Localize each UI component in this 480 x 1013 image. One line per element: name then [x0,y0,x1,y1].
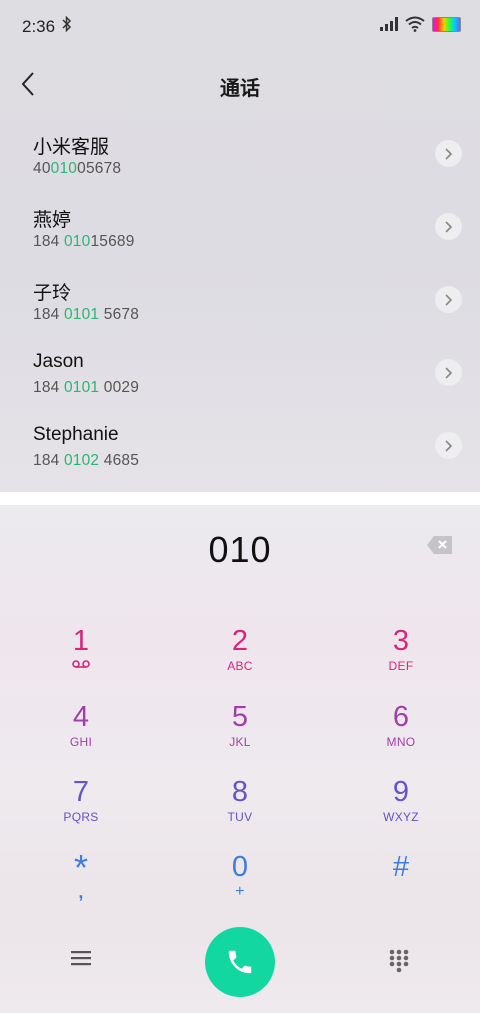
key-digit: 4 [72,701,90,733]
contact-name: Stephanie [33,424,119,445]
list-item[interactable]: Jason 184 0101 0029 [0,337,480,410]
key-digit: 9 [392,776,410,808]
dialer-panel: 010 1 2 ABC 3 DEF 4 GHI 5 JKL 6 MNO 7 PQ… [0,505,480,1013]
chevron-right-icon [445,367,453,379]
contact-detail-button[interactable] [435,432,462,459]
panel-divider [0,492,480,505]
number-match: 0101 [63,379,100,396]
key-hash[interactable]: # [341,851,461,921]
signal-icon [380,17,398,31]
key-digit: 0 [231,851,249,883]
key-star[interactable]: * , [21,847,141,921]
contact-detail-button[interactable] [435,286,462,313]
contact-name: 燕婷 [33,210,72,231]
number-suffix: 5678 [99,306,140,323]
backspace-icon[interactable] [426,535,454,555]
number-suffix: 15689 [90,233,135,250]
call-button[interactable] [205,927,275,997]
contact-number: 184 0102 4685 [33,452,139,470]
key-7[interactable]: 7 PQRS [21,776,141,846]
bluetooth-icon [62,16,72,32]
contact-name: 子玲 [33,283,72,304]
key-digit: # [392,851,410,883]
contact-number: 4001005678 [33,160,121,178]
number-match: 010 [63,233,91,250]
contact-detail-button[interactable] [435,359,462,386]
voicemail-icon [72,660,90,668]
contact-number: 184 0101 0029 [33,379,139,397]
key-digit: 5 [231,701,249,733]
key-4[interactable]: 4 GHI [21,701,141,771]
key-0[interactable]: 0 + [180,851,300,921]
status-time: 2:36 [22,17,56,36]
key-digit: 7 [72,776,90,808]
key-letters: TUV [227,810,253,824]
chevron-right-icon [445,148,453,160]
dialpad-icon[interactable] [389,949,409,973]
list-item[interactable]: 燕婷 184 01015689 [0,191,480,264]
contact-number: 184 0101 5678 [33,306,139,324]
key-letters: + [235,883,245,900]
list-item[interactable]: Stephanie 184 0102 4685 [0,410,480,483]
list-item[interactable]: 子玲 184 0101 5678 [0,264,480,337]
key-letters: PQRS [63,810,99,824]
key-digit: 3 [392,625,410,657]
contact-name: Jason [33,351,84,372]
number-prefix: 184 [33,306,64,323]
key-letters: MNO [386,735,416,749]
chevron-right-icon [445,294,453,306]
key-9[interactable]: 9 WXYZ [341,776,461,846]
key-2[interactable]: 2 ABC [180,625,300,695]
number-prefix: 184 [33,379,64,396]
key-digit: * [73,847,88,888]
battery-icon [432,17,461,32]
number-prefix: 40 [33,160,51,177]
menu-icon[interactable] [71,950,91,966]
number-prefix: 184 [33,233,64,250]
contact-name: 小米客服 [33,137,110,158]
status-bar: 2:36 [0,0,480,52]
key-letters: JKL [229,735,251,749]
key-letters: DEF [388,659,414,673]
key-6[interactable]: 6 MNO [341,701,461,771]
page-title: 通话 [220,78,260,100]
wifi-icon [405,16,425,32]
key-5[interactable]: 5 JKL [180,701,300,771]
key-1[interactable]: 1 [21,625,141,695]
key-3[interactable]: 3 DEF [341,625,461,695]
contact-list: 小米客服 4001005678 燕婷 184 01015689 子玲 184 0… [0,118,480,483]
key-digit: 2 [231,625,249,657]
number-suffix: 05678 [77,160,122,177]
number-suffix: 4685 [99,452,140,469]
contacts-panel: 2:36 通话 小米客服 4001005678 燕婷 184 01015689 … [0,0,480,492]
contact-number: 184 01015689 [33,233,135,251]
key-letters: GHI [69,735,93,749]
phone-icon [228,950,252,974]
key-digit: 6 [392,701,410,733]
contact-detail-button[interactable] [435,140,462,167]
list-item[interactable]: 小米客服 4001005678 [0,118,480,191]
key-digit: 1 [72,625,90,657]
key-8[interactable]: 8 TUV [180,776,300,846]
number-match: 0102 [63,452,100,469]
dialed-number: 010 [208,529,272,570]
chevron-right-icon [445,440,453,452]
key-letters: , [78,882,84,902]
number-suffix: 0029 [99,379,140,396]
key-letters: ABC [227,659,253,673]
number-prefix: 184 [33,452,64,469]
number-match: 0101 [63,306,100,323]
number-match: 010 [50,160,78,177]
contact-detail-button[interactable] [435,213,462,240]
chevron-right-icon [445,221,453,233]
key-letters: WXYZ [383,810,419,824]
key-digit: 8 [231,776,249,808]
